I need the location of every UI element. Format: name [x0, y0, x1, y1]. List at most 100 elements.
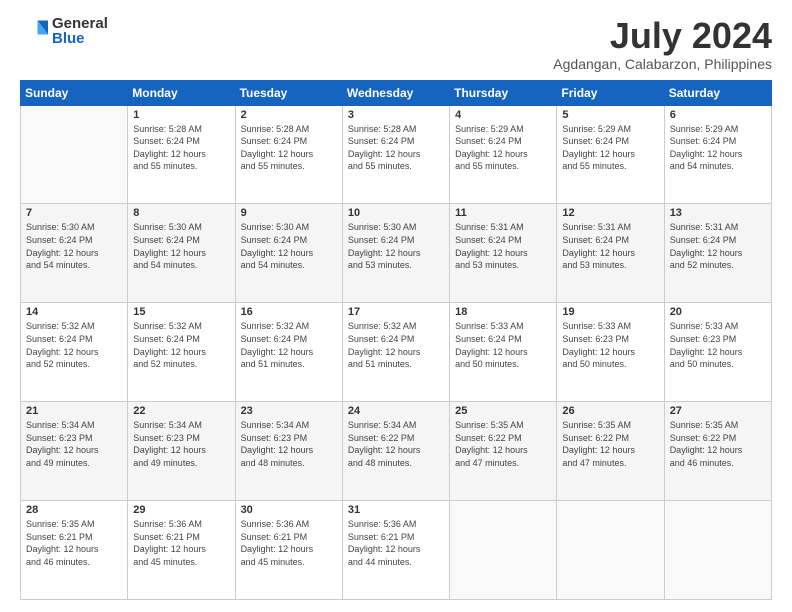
day-number: 26 [562, 405, 658, 417]
day-number: 3 [348, 109, 444, 121]
calendar-cell: 24 Sunrise: 5:34 AMSunset: 6:22 PMDayligh… [342, 402, 449, 501]
day-info: Sunrise: 5:32 AMSunset: 6:24 PMDaylight:… [133, 320, 229, 370]
day-info: Sunrise: 5:29 AMSunset: 6:24 PMDaylight:… [562, 123, 658, 173]
day-info: Sunrise: 5:28 AMSunset: 6:24 PMDaylight:… [241, 123, 337, 173]
header: General Blue July 2024 Agdangan, Calabar… [20, 16, 772, 72]
day-number: 9 [241, 207, 337, 219]
day-info: Sunrise: 5:30 AMSunset: 6:24 PMDaylight:… [133, 221, 229, 271]
day-info: Sunrise: 5:34 AMSunset: 6:22 PMDaylight:… [348, 419, 444, 469]
day-number: 19 [562, 306, 658, 318]
calendar-week-row: 28Sunrise: 5:35 AMSunset: 6:21 PMDayligh… [21, 501, 772, 600]
day-number: 31 [348, 504, 444, 516]
day-info: Sunrise: 5:36 AMSunset: 6:21 PMDaylight:… [348, 518, 444, 568]
logo-blue: Blue [52, 31, 108, 46]
day-number: 7 [26, 207, 122, 219]
calendar-week-row: 7 Sunrise: 5:30 AMSunset: 6:24 PMDaylight… [21, 204, 772, 303]
calendar-cell: 17 Sunrise: 5:32 AMSunset: 6:24 PMDayligh… [342, 303, 449, 402]
calendar-cell: 27Sunrise: 5:35 AMSunset: 6:22 PMDayligh… [664, 402, 771, 501]
calendar-cell: 6 Sunrise: 5:29 AMSunset: 6:24 PMDaylight… [664, 105, 771, 204]
title-block: July 2024 Agdangan, Calabarzon, Philippi… [553, 16, 772, 72]
logo-icon [20, 17, 48, 45]
calendar-cell: 28Sunrise: 5:35 AMSunset: 6:21 PMDayligh… [21, 501, 128, 600]
calendar-cell: 12 Sunrise: 5:31 AMSunset: 6:24 PMDayligh… [557, 204, 664, 303]
calendar-cell: 25Sunrise: 5:35 AMSunset: 6:22 PMDayligh… [450, 402, 557, 501]
day-info: Sunrise: 5:29 AMSunset: 6:24 PMDaylight:… [670, 123, 766, 173]
day-number: 21 [26, 405, 122, 417]
day-number: 16 [241, 306, 337, 318]
day-info: Sunrise: 5:30 AMSunset: 6:24 PMDaylight:… [348, 221, 444, 271]
page: General Blue July 2024 Agdangan, Calabar… [0, 0, 792, 612]
calendar-cell: 2 Sunrise: 5:28 AMSunset: 6:24 PMDaylight… [235, 105, 342, 204]
day-info: Sunrise: 5:30 AMSunset: 6:24 PMDaylight:… [241, 221, 337, 271]
calendar-cell [557, 501, 664, 600]
weekday-header-saturday: Saturday [664, 80, 771, 105]
day-info: Sunrise: 5:30 AMSunset: 6:24 PMDaylight:… [26, 221, 122, 271]
day-info: Sunrise: 5:31 AMSunset: 6:24 PMDaylight:… [562, 221, 658, 271]
calendar-cell: 15 Sunrise: 5:32 AMSunset: 6:24 PMDayligh… [128, 303, 235, 402]
day-info: Sunrise: 5:34 AMSunset: 6:23 PMDaylight:… [26, 419, 122, 469]
logo-general: General [52, 16, 108, 31]
weekday-header-sunday: Sunday [21, 80, 128, 105]
day-number: 13 [670, 207, 766, 219]
calendar-cell: 22 Sunrise: 5:34 AMSunset: 6:23 PMDayligh… [128, 402, 235, 501]
day-number: 14 [26, 306, 122, 318]
calendar-cell: 9 Sunrise: 5:30 AMSunset: 6:24 PMDaylight… [235, 204, 342, 303]
day-number: 18 [455, 306, 551, 318]
day-number: 17 [348, 306, 444, 318]
day-info: Sunrise: 5:32 AMSunset: 6:24 PMDaylight:… [241, 320, 337, 370]
day-number: 2 [241, 109, 337, 121]
logo-text: General Blue [52, 16, 108, 46]
day-number: 10 [348, 207, 444, 219]
calendar-cell: 1 Sunrise: 5:28 AMSunset: 6:24 PMDaylight… [128, 105, 235, 204]
day-info: Sunrise: 5:35 AMSunset: 6:22 PMDaylight:… [562, 419, 658, 469]
calendar-cell: 29 Sunrise: 5:36 AMSunset: 6:21 PMDayligh… [128, 501, 235, 600]
day-info: Sunrise: 5:32 AMSunset: 6:24 PMDaylight:… [348, 320, 444, 370]
day-number: 30 [241, 504, 337, 516]
calendar-cell: 21 Sunrise: 5:34 AMSunset: 6:23 PMDayligh… [21, 402, 128, 501]
calendar-cell: 14 Sunrise: 5:32 AMSunset: 6:24 PMDayligh… [21, 303, 128, 402]
calendar-cell: 4Sunrise: 5:29 AMSunset: 6:24 PMDaylight… [450, 105, 557, 204]
weekday-header-thursday: Thursday [450, 80, 557, 105]
day-info: Sunrise: 5:36 AMSunset: 6:21 PMDaylight:… [133, 518, 229, 568]
month-title: July 2024 [553, 16, 772, 56]
calendar-table: SundayMondayTuesdayWednesdayThursdayFrid… [20, 80, 772, 600]
calendar-cell: 10 Sunrise: 5:30 AMSunset: 6:24 PMDayligh… [342, 204, 449, 303]
calendar-cell: 20Sunrise: 5:33 AMSunset: 6:23 PMDayligh… [664, 303, 771, 402]
calendar-cell: 5 Sunrise: 5:29 AMSunset: 6:24 PMDaylight… [557, 105, 664, 204]
calendar-week-row: 21 Sunrise: 5:34 AMSunset: 6:23 PMDayligh… [21, 402, 772, 501]
calendar-cell: 11Sunrise: 5:31 AMSunset: 6:24 PMDayligh… [450, 204, 557, 303]
day-number: 27 [670, 405, 766, 417]
day-info: Sunrise: 5:36 AMSunset: 6:21 PMDaylight:… [241, 518, 337, 568]
day-info: Sunrise: 5:34 AMSunset: 6:23 PMDaylight:… [241, 419, 337, 469]
day-number: 1 [133, 109, 229, 121]
day-number: 24 [348, 405, 444, 417]
logo: General Blue [20, 16, 108, 46]
calendar-cell: 18Sunrise: 5:33 AMSunset: 6:24 PMDayligh… [450, 303, 557, 402]
day-number: 6 [670, 109, 766, 121]
calendar-cell [21, 105, 128, 204]
calendar-cell [664, 501, 771, 600]
location: Agdangan, Calabarzon, Philippines [553, 56, 772, 72]
day-number: 22 [133, 405, 229, 417]
day-number: 5 [562, 109, 658, 121]
calendar-week-row: 14 Sunrise: 5:32 AMSunset: 6:24 PMDayligh… [21, 303, 772, 402]
calendar-cell: 30 Sunrise: 5:36 AMSunset: 6:21 PMDayligh… [235, 501, 342, 600]
day-info: Sunrise: 5:28 AMSunset: 6:24 PMDaylight:… [133, 123, 229, 173]
day-number: 25 [455, 405, 551, 417]
day-info: Sunrise: 5:34 AMSunset: 6:23 PMDaylight:… [133, 419, 229, 469]
calendar-cell: 31 Sunrise: 5:36 AMSunset: 6:21 PMDayligh… [342, 501, 449, 600]
day-number: 29 [133, 504, 229, 516]
weekday-header-tuesday: Tuesday [235, 80, 342, 105]
day-info: Sunrise: 5:28 AMSunset: 6:24 PMDaylight:… [348, 123, 444, 173]
weekday-header-monday: Monday [128, 80, 235, 105]
day-number: 15 [133, 306, 229, 318]
calendar-cell: 3 Sunrise: 5:28 AMSunset: 6:24 PMDaylight… [342, 105, 449, 204]
day-info: Sunrise: 5:29 AMSunset: 6:24 PMDaylight:… [455, 123, 551, 173]
day-info: Sunrise: 5:32 AMSunset: 6:24 PMDaylight:… [26, 320, 122, 370]
day-number: 12 [562, 207, 658, 219]
day-number: 23 [241, 405, 337, 417]
day-info: Sunrise: 5:33 AMSunset: 6:23 PMDaylight:… [562, 320, 658, 370]
day-info: Sunrise: 5:33 AMSunset: 6:23 PMDaylight:… [670, 320, 766, 370]
calendar-cell: 19 Sunrise: 5:33 AMSunset: 6:23 PMDayligh… [557, 303, 664, 402]
day-info: Sunrise: 5:31 AMSunset: 6:24 PMDaylight:… [670, 221, 766, 271]
